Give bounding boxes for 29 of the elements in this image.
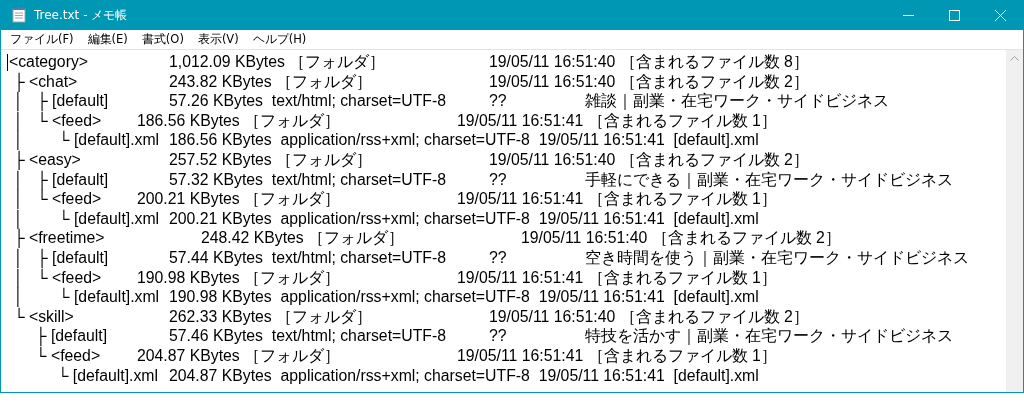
text-line: └ <skill> 262.33 KBytes ［フォルダ］ 19/05/11 16:51:40 ［含まれるファイル数 2］	[12, 307, 809, 326]
text-line: └ [default].xml 204.87 KBytes application/rss+xml; charset=UTF-8 19/05/11 16:51:41 [default].xml	[56, 365, 759, 386]
text-line: │ └ <feed> 200.21 KBytes ［フォルダ］ 19/05/11 16:51:41 ［含まれるファイル数 1］	[12, 189, 777, 209]
text-cursor	[7, 54, 8, 71]
menu-item[interactable]: 編集(E)	[80, 32, 135, 47]
text-line: ├ <freetime> 248.42 KBytes ［フォルダ］ 19/05/11 16:51:40 ［含まれるファイル数 2］	[12, 228, 841, 248]
text-line: └ <feed> 204.87 KBytes ［フォルダ］ 19/05/11 16:51:41 ［含まれるファイル数 1］	[34, 346, 777, 366]
text-line: │ └ [default].xml 200.21 KBytes application/rss+xml; charset=UTF-8 19/05/11 16:51:41 [default].xml	[12, 209, 759, 229]
text-line: │ ├ [default] 57.26 KBytes text/html; charset=UTF-8 ?? 雑談｜副業・在宅ワーク・サイドビジネス	[12, 91, 889, 111]
close-icon	[994, 9, 1006, 21]
text-line: │ └ [default].xml 190.98 KBytes application/rss+xml; charset=UTF-8 19/05/11 16:51:41 [default].xml	[12, 287, 759, 307]
text-line: │ └ [default].xml 186.56 KBytes application/rss+xml; charset=UTF-8 19/05/11 16:51:41 [default].xml	[12, 130, 759, 150]
text-line: ├ <easy> 257.52 KBytes ［フォルダ］ 19/05/11 16:51:40 ［含まれるファイル数 2］	[12, 150, 809, 170]
text-line: │ └ <feed> 186.56 KBytes ［フォルダ］ 19/05/11 16:51:41 ［含まれるファイル数 1］	[12, 111, 777, 131]
menu-item[interactable]: 書式(O)	[134, 32, 191, 47]
text-line: <category> 1,012.09 KBytes ［フォルダ］ 19/05/11 16:51:40 ［含まれるファイル数 8］	[9, 52, 809, 72]
text-line: ├ <chat> 243.82 KBytes ［フォルダ］ 19/05/11 16:51:40 ［含まれるファイル数 2］	[12, 71, 809, 92]
menu-item[interactable]: ヘルプ(H)	[245, 32, 314, 47]
menu-item[interactable]: ファイル(F)	[3, 32, 81, 47]
text-line: │ ├ [default] 57.44 KBytes text/html; charset=UTF-8 ?? 空き時間を使う｜副業・在宅ワーク・サイドビジネス	[12, 248, 969, 268]
menu-item[interactable]: 表示(V)	[190, 32, 246, 47]
window-title: Tree.txt - メモ帳	[34, 6, 129, 24]
maximize-icon	[948, 9, 960, 21]
text-line: │ └ <feed> 190.98 KBytes ［フォルダ］ 19/05/11 16:51:41 ［含まれるファイル数 1］	[12, 268, 777, 288]
notepad-icon	[12, 7, 26, 23]
caret-up-icon	[1010, 56, 1019, 61]
text-line: ├ [default] 57.46 KBytes text/html; charset=UTF-8 ?? 特技を活かす｜副業・在宅ワーク・サイドビジネス	[34, 326, 953, 346]
scrollbar[interactable]	[1006, 50, 1023, 392]
text-line: │ ├ [default] 57.32 KBytes text/html; charset=UTF-8 ?? 手軽にできる｜副業・在宅ワーク・サイドビジネス	[12, 170, 953, 190]
